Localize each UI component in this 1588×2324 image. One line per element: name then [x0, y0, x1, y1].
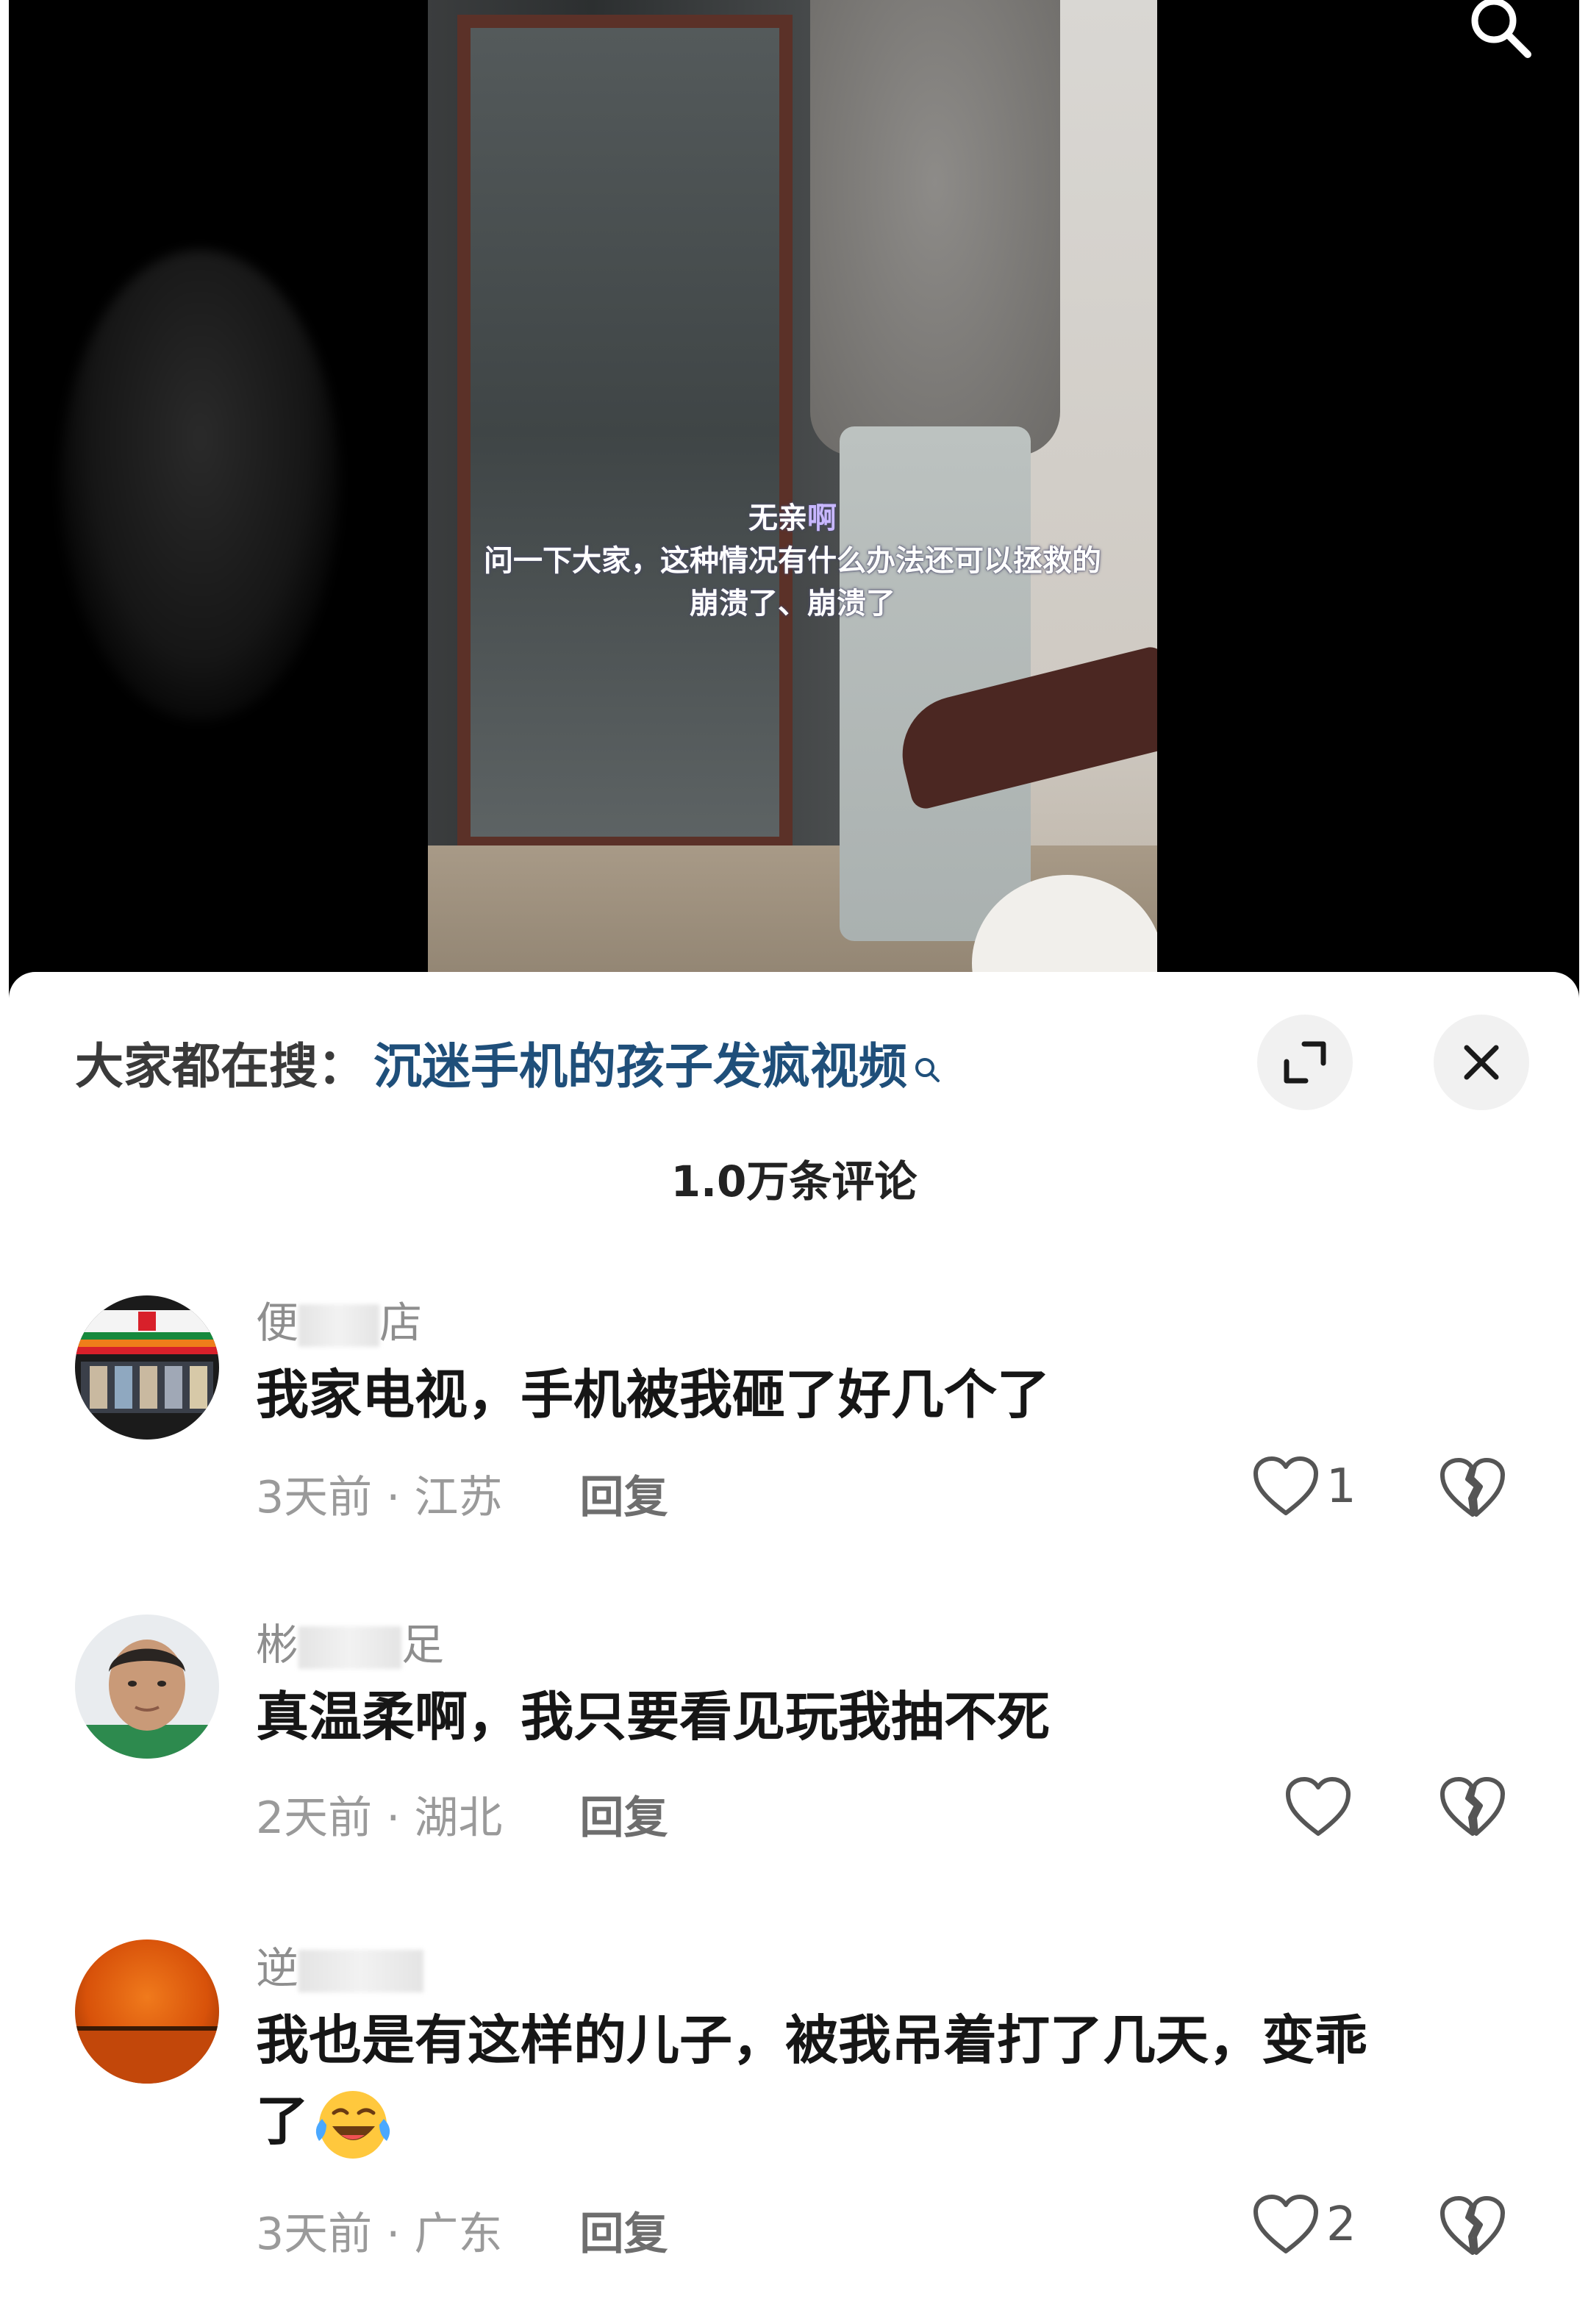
- close-button[interactable]: [1434, 1015, 1529, 1110]
- like-button[interactable]: 1: [1253, 1456, 1356, 1517]
- reply-button[interactable]: 回复: [580, 2209, 668, 2260]
- username-redaction: [298, 1304, 380, 1347]
- dislike-button[interactable]: [1439, 1773, 1506, 1839]
- avatar[interactable]: [75, 1295, 219, 1440]
- reply-button[interactable]: 回复: [580, 1472, 668, 1523]
- comment-text-line-2-text: 了: [256, 2090, 310, 2152]
- reply-button[interactable]: 回复: [580, 1792, 668, 1844]
- trending-search-term[interactable]: 沉迷手机的孩子发疯视频: [373, 1027, 907, 1098]
- heart-icon: [1286, 1777, 1351, 1836]
- like-count: 1: [1326, 1459, 1356, 1514]
- comment-sheet: 大家都在搜： 沉迷手机的孩子发疯视频 1.0万条评论 便 店 我家电视，手机被我…: [9, 972, 1579, 2324]
- video-door: [428, 0, 859, 912]
- comment-item: 彬足 真温柔啊，我只要看见玩我抽不死 2天前 · 湖北 回复: [9, 1610, 1579, 1904]
- username-start: 彬: [256, 1620, 299, 1670]
- search-icon[interactable]: [1466, 0, 1537, 66]
- broken-heart-icon: [1440, 2196, 1505, 2255]
- comment-item: 逆 我也是有这样的儿子，被我吊着打了几天，变乖 了 3天前 · 广东 回复 2: [9, 1934, 1579, 2316]
- comment-meta: 3天前 · 广东 回复: [256, 2198, 668, 2262]
- video-subtitle: 无亲啊 问一下大家，这种情况有什么办法还可以拯救的 崩溃了、崩溃了: [428, 497, 1157, 625]
- comment-item: 便店 我家电视，手机被我砸了好几个了 3天前 · 江苏 回复 1: [9, 1288, 1579, 1582]
- like-button[interactable]: 2: [1253, 2194, 1356, 2256]
- comment-username[interactable]: 彬足: [256, 1610, 444, 1672]
- trending-search[interactable]: 大家都在搜： 沉迷手机的孩子发疯视频: [75, 1022, 943, 1103]
- comment-text-line-1: 我也是有这样的儿子，被我吊着打了几天，变乖: [256, 2009, 1368, 2071]
- comment-meta: 3天前 · 江苏 回复: [256, 1462, 668, 1526]
- heart-icon: [1253, 1456, 1318, 1515]
- broken-heart-icon: [1440, 1777, 1505, 1836]
- avatar[interactable]: [75, 1615, 219, 1759]
- blurred-author-avatar: [60, 250, 340, 721]
- comment-text: 真温柔啊，我只要看见玩我抽不死: [256, 1686, 1051, 1748]
- comment-region: 广东: [414, 2209, 503, 2260]
- comment-text: 我家电视，手机被我砸了好几个了: [256, 1364, 1051, 1426]
- username-redaction: [298, 1949, 424, 1992]
- expand-button[interactable]: [1257, 1015, 1353, 1110]
- username-end: 店: [379, 1298, 423, 1348]
- comment-time: 2天前: [256, 1792, 373, 1844]
- video-player[interactable]: 无亲啊 问一下大家，这种情况有什么办法还可以拯救的 崩溃了、崩溃了: [9, 0, 1579, 1000]
- meta-separator: ·: [386, 1472, 415, 1523]
- subtitle-line-2: 问一下大家，这种情况有什么办法还可以拯救的: [484, 544, 1101, 578]
- comment-time: 3天前: [256, 1472, 373, 1523]
- comment-count: 1.0万条评论: [670, 1156, 918, 1206]
- comment-time: 3天前: [256, 2209, 373, 2260]
- app-screen: 无亲啊 问一下大家，这种情况有什么办法还可以拯救的 崩溃了、崩溃了 大家都在搜：…: [0, 0, 1588, 2324]
- broken-heart-icon: [1440, 1458, 1505, 1517]
- like-button[interactable]: [1285, 1776, 1359, 1838]
- heart-icon: [1253, 2195, 1318, 2253]
- trending-search-label: 大家都在搜：: [75, 1038, 366, 1095]
- video-frame: 无亲啊 问一下大家，这种情况有什么办法还可以拯救的 崩溃了、崩溃了: [428, 0, 1157, 1000]
- username-end: 足: [401, 1620, 445, 1670]
- video-door-glass: [457, 15, 793, 850]
- laughing-crying-emoji-icon: [309, 2084, 391, 2166]
- avatar[interactable]: [75, 1939, 219, 2084]
- subtitle-line-1-highlight: 啊: [807, 501, 837, 535]
- comment-username[interactable]: 便店: [256, 1288, 422, 1350]
- video-person-sweater: [810, 0, 1060, 456]
- meta-separator: ·: [386, 2209, 415, 2260]
- subtitle-line-1-text: 无亲: [748, 501, 807, 535]
- dislike-button[interactable]: [1439, 1454, 1506, 1520]
- small-search-icon: [912, 1045, 943, 1082]
- expand-icon: [1284, 1041, 1326, 1084]
- username-start: 逆: [256, 1943, 299, 1993]
- username-redaction: [298, 1626, 402, 1669]
- close-icon: [1464, 1045, 1499, 1080]
- username-start: 便: [256, 1298, 299, 1348]
- meta-separator: ·: [386, 1792, 415, 1844]
- comment-region: 湖北: [414, 1792, 503, 1844]
- comment-meta: 2天前 · 湖北 回复: [256, 1782, 668, 1846]
- comment-text-line-2: 了: [256, 2081, 1367, 2166]
- comment-username[interactable]: 逆: [256, 1934, 424, 1995]
- dislike-button[interactable]: [1439, 2192, 1506, 2259]
- like-count: 2: [1326, 2198, 1356, 2252]
- subtitle-line-1: 无亲啊: [428, 497, 1157, 540]
- comment-region: 江苏: [414, 1472, 503, 1523]
- subtitle-line-3: 崩溃了、崩溃了: [690, 587, 895, 621]
- comment-text: 我也是有这样的儿子，被我吊着打了几天，变乖 了: [256, 2000, 1367, 2166]
